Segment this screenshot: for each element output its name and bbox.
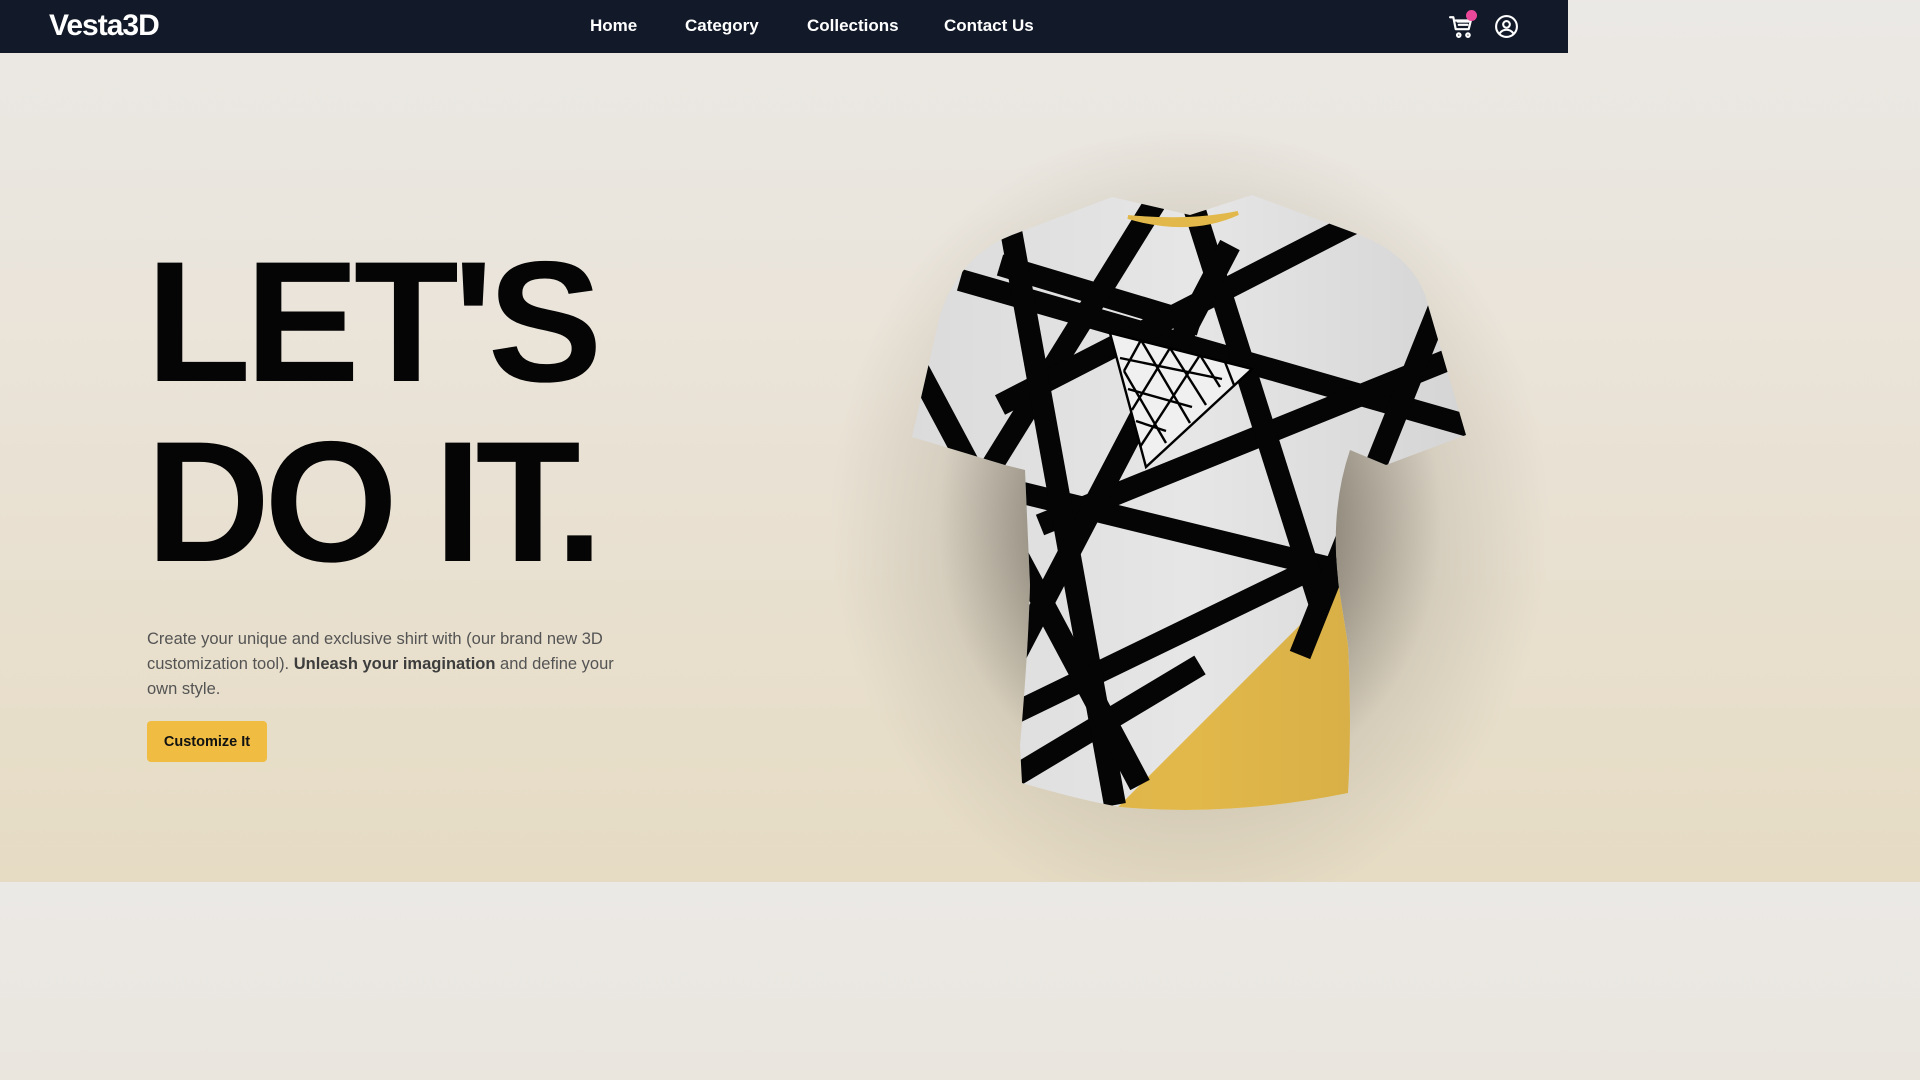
top-navbar: Vesta3D Home Category Collections Contac… [0,0,1568,53]
nav-link-home[interactable]: Home [590,16,637,36]
nav-links: Home Category Collections Contact Us [0,0,1568,53]
headline-line-2: DO IT. [146,406,603,598]
hero-description: Create your unique and exclusive shirt w… [147,627,617,702]
nav-link-contact-us[interactable]: Contact Us [944,16,1034,36]
cart-button[interactable] [1449,10,1477,40]
user-circle-icon [1495,15,1518,38]
nav-link-category[interactable]: Category [685,16,759,36]
headline-line-1: LET'S [146,226,602,418]
nav-link-collections[interactable]: Collections [807,16,899,36]
user-account-button[interactable] [1494,14,1519,39]
customize-it-button[interactable]: Customize It [147,721,267,762]
description-bold: Unleash your imagination [293,655,496,673]
tshirt-graphic [912,195,1466,810]
tshirt-3d-model[interactable] [900,185,1480,825]
hero-headline: LET'S DO IT. [146,226,603,598]
cart-notification-badge [1466,10,1477,21]
